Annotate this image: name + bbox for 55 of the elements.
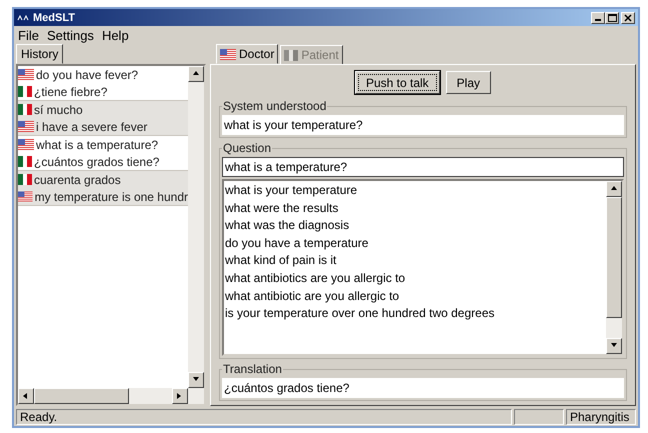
suggestion-item[interactable]: what kind of pain is it <box>224 253 606 271</box>
group-label: System understood <box>222 99 328 113</box>
close-icon <box>624 14 632 22</box>
flag-icon <box>18 69 34 80</box>
status-text: Pharyngitis <box>566 409 636 425</box>
history-text: ¿tiene fiebre? <box>34 84 108 98</box>
menu-item[interactable]: Help <box>102 28 129 42</box>
flag-icon <box>220 48 236 60</box>
history-text: my temperature is one hundr <box>34 190 188 204</box>
suggestion-item[interactable]: what antibiotics are you allergic to <box>224 270 606 289</box>
suggestion-item[interactable]: do you have a temperature <box>224 236 606 254</box>
flag-icon <box>284 50 298 60</box>
suggestion-item[interactable]: is your temperature over one hundred two degrees <box>224 306 606 324</box>
tab[interactable]: Doctor <box>216 44 278 64</box>
status-text: Ready. <box>16 409 512 425</box>
window-title: MedSLT <box>33 12 75 24</box>
arrow-up-icon <box>610 185 618 193</box>
understood-field[interactable]: what is your temperature? <box>222 115 624 135</box>
translation-field[interactable]: ¿cuántos grados tiene? <box>222 378 624 398</box>
vertical-scrollbar[interactable] <box>606 181 622 354</box>
vertical-scrollbar[interactable] <box>188 66 204 404</box>
maximize-icon <box>608 14 616 22</box>
flag-icon <box>18 86 32 97</box>
history-text: i have a severe fever <box>36 120 148 134</box>
close-button[interactable] <box>621 12 635 24</box>
group-label: Translation <box>222 362 283 376</box>
history-text: sí mucho <box>34 102 83 116</box>
history-entry[interactable]: do you have fever? ¿tiene fiebre? <box>18 66 188 101</box>
arrow-up-icon <box>192 70 200 78</box>
suggestion-item[interactable]: what was the diagnosis <box>224 218 606 236</box>
history-text: do you have fever? <box>36 68 138 82</box>
suggestion-item[interactable]: what were the results <box>224 200 606 218</box>
menu-item[interactable]: File <box>18 28 39 42</box>
flag-icon <box>18 139 34 150</box>
minimize-button[interactable] <box>591 12 605 24</box>
suggestion-item[interactable]: what antibiotic are you allergic to <box>224 288 606 306</box>
question-field[interactable]: what is a temperature? <box>222 157 624 177</box>
history-entry[interactable]: cuarenta grados my temperature is one hundr <box>18 171 188 206</box>
menu-item[interactable]: Settings <box>46 28 94 42</box>
status-panel <box>514 409 564 425</box>
history-text: cuarenta grados <box>34 172 121 186</box>
history-entry[interactable]: what is a temperature? ¿cuántos grados tiene? <box>18 136 188 171</box>
history-text: what is a temperature? <box>36 138 158 152</box>
minimize-icon <box>595 19 601 21</box>
history-text: ¿cuántos grados tiene? <box>34 154 160 168</box>
arrow-left-icon <box>22 392 30 400</box>
push-to-talk-button[interactable]: Push to talk <box>354 71 440 94</box>
horizontal-scrollbar[interactable] <box>18 388 188 404</box>
group-label: Question <box>222 141 272 155</box>
app-icon <box>17 14 29 22</box>
history-tab[interactable]: History <box>16 44 64 64</box>
flag-icon <box>18 156 32 167</box>
play-button[interactable]: Play <box>446 71 492 94</box>
suggestion-item[interactable]: what is your temperature <box>224 183 606 201</box>
maximize-button[interactable] <box>605 12 619 24</box>
